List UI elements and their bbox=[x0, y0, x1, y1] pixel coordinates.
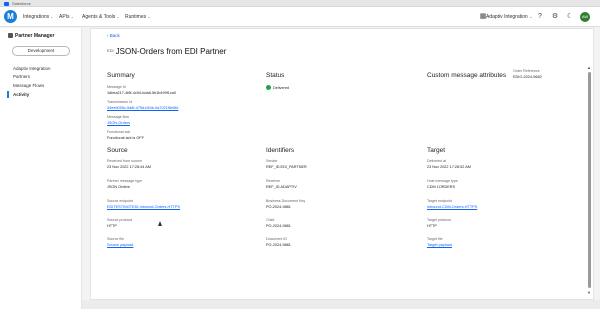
receiver-value: REF_ID.ADAPTIV bbox=[266, 185, 297, 189]
status-heading: Status bbox=[266, 72, 285, 79]
page-title-text: JSON-Orders from EDI Partner bbox=[115, 47, 227, 56]
active-indicator bbox=[7, 91, 9, 98]
target-protocol-label: Target protocol bbox=[427, 218, 451, 222]
status-badge: Delivered bbox=[266, 85, 289, 91]
summary-heading: Summary bbox=[107, 72, 135, 79]
functional-ack-value: Functional ack is OFF bbox=[107, 136, 144, 140]
favicon-icon bbox=[4, 1, 9, 6]
browser-tab-bar: Salesforce bbox=[0, 0, 600, 7]
nav-runtimes[interactable]: Runtimes⌄ bbox=[125, 13, 150, 21]
user-avatar[interactable]: AW bbox=[580, 12, 590, 22]
page-title: EDI JSON-Orders from EDI Partner bbox=[107, 45, 226, 57]
notifications-icon[interactable]: ☾ bbox=[565, 12, 575, 22]
message-flow-link[interactable]: JSON-Orders bbox=[107, 121, 130, 126]
message-flow-label: Message flow bbox=[107, 115, 129, 119]
status-value: Delivered bbox=[273, 86, 290, 90]
back-link-text: Back bbox=[109, 33, 120, 38]
nav-apis-label: APIs bbox=[59, 14, 70, 20]
received-label: Received from source bbox=[107, 159, 142, 163]
source-payload-link[interactable]: Source payload bbox=[107, 243, 133, 248]
nav-integrations-label: Integrations bbox=[23, 14, 50, 20]
chevron-down-icon: ⌄ bbox=[147, 14, 151, 19]
sidebar-item-adaptiv-integration[interactable]: Adaptiv Integration bbox=[13, 65, 51, 72]
details-card: ‹ Back EDI JSON-Orders from EDI Partner S… bbox=[90, 28, 594, 300]
help-icon[interactable]: ? bbox=[535, 12, 545, 22]
sidebar: Partner Manager Development Adaptiv Inte… bbox=[0, 28, 82, 309]
org-switcher[interactable]: Adaptiv Integration ⌄ bbox=[486, 13, 532, 21]
edi-icon: EDI bbox=[107, 48, 114, 53]
received-value: 23 Nov 2022 17:28:44 AM bbox=[107, 165, 151, 169]
chevron-down-icon: ⌄ bbox=[70, 14, 74, 19]
chevron-down-icon: ⌄ bbox=[116, 14, 120, 19]
custom-attributes-heading: Custom message attributes bbox=[427, 72, 507, 79]
mouse-cursor-icon bbox=[158, 221, 162, 226]
partner-type-label: Partner message type bbox=[107, 179, 143, 183]
nav-integrations[interactable]: Integrations⌄ bbox=[23, 13, 54, 21]
host-type-label: Host message type bbox=[427, 179, 458, 183]
transmission-id-link[interactable]: 34eeb055c-5d8f-475d-b54b-0a7021f5e5fd bbox=[107, 106, 178, 111]
top-navigation: M Integrations⌄ APIs⌄ Agents & Tools⌄ Ru… bbox=[0, 7, 600, 27]
sidebar-item-activity[interactable]: Activity bbox=[13, 91, 29, 98]
chk-label: Chk# bbox=[266, 218, 275, 222]
scrollbar-thumb[interactable] bbox=[587, 72, 591, 288]
message-id-value: 1dbea217-4f6f-4c94-bda8-5b1b499f1ca0 bbox=[107, 91, 177, 95]
business-document-key-value: PO-2024-9881 bbox=[266, 205, 291, 209]
main-content: ‹ Back EDI JSON-Orders from EDI Partner S… bbox=[82, 28, 600, 309]
scroll-down-icon[interactable]: ▼ bbox=[586, 290, 592, 295]
footer-bar bbox=[82, 300, 600, 309]
check-circle-icon bbox=[266, 85, 271, 90]
receiver-label: Receiver bbox=[266, 179, 281, 183]
functional-ack-label: Functional ack bbox=[107, 130, 131, 134]
partner-type-value: JSON Orders bbox=[107, 185, 130, 189]
source-file-label: Source file bbox=[107, 237, 124, 241]
document-id-label: Document ID bbox=[266, 237, 287, 241]
app-logo-icon[interactable]: M bbox=[4, 10, 17, 23]
target-protocol-value: HTTP bbox=[427, 224, 437, 228]
target-payload-link[interactable]: Target payload bbox=[427, 243, 452, 248]
nav-agents-tools-label: Agents & Tools bbox=[82, 14, 116, 20]
sender-label: Sender bbox=[266, 159, 278, 163]
source-heading: Source bbox=[107, 147, 128, 154]
target-heading: Target bbox=[427, 147, 446, 154]
nav-apis[interactable]: APIs⌄ bbox=[59, 13, 74, 21]
order-reference-value: EDIO-2024-9682 bbox=[513, 75, 542, 79]
sidebar-item-partners[interactable]: Partners bbox=[13, 73, 30, 80]
chk-value: PO-2024-9881 bbox=[266, 224, 291, 228]
nav-agents-tools[interactable]: Agents & Tools⌄ bbox=[82, 13, 120, 21]
identifiers-heading: Identifiers bbox=[266, 147, 295, 154]
document-id-value: PO-2024-9881 bbox=[266, 243, 291, 247]
scroll-up-icon[interactable]: ▲ bbox=[586, 65, 592, 70]
business-document-key-label: Business Document Key bbox=[266, 199, 306, 203]
target-endpoint-label: Target endpoint bbox=[427, 199, 452, 203]
sidebar-title: Partner Manager bbox=[8, 32, 54, 40]
target-endpoint-link[interactable]: Inbound-CDM-Orders-HTTPS bbox=[427, 205, 477, 210]
sender-value: REF_ID.EDI_PARTNER bbox=[266, 165, 307, 169]
nav-runtimes-label: Runtimes bbox=[125, 14, 147, 20]
source-protocol-value: HTTP bbox=[107, 224, 117, 228]
source-endpoint-link[interactable]: EDITESTINGTEDI-Inbound-Orders-HTTPS bbox=[107, 205, 180, 210]
delivered-value: 23 Nov 2022 17:28:52 AM bbox=[427, 165, 471, 169]
settings-gear-icon[interactable]: ⚙ bbox=[550, 12, 560, 22]
target-file-label: Target file bbox=[427, 237, 443, 241]
chevron-down-icon: ⌄ bbox=[529, 14, 533, 19]
browser-tab-title[interactable]: Salesforce bbox=[12, 0, 31, 7]
message-id-label: Message Id bbox=[107, 85, 126, 89]
source-protocol-label: Source protocol bbox=[107, 218, 133, 222]
org-switcher-label: Adaptiv Integration bbox=[486, 14, 528, 20]
delivered-label: Delivered at bbox=[427, 159, 447, 163]
order-reference-label: Order Reference bbox=[513, 69, 540, 73]
environment-button[interactable]: Development bbox=[12, 46, 70, 56]
chevron-down-icon: ⌄ bbox=[50, 14, 54, 19]
host-type-value: CDM 1ORDERS bbox=[427, 185, 456, 189]
sidebar-title-text: Partner Manager bbox=[15, 33, 55, 39]
sidebar-item-message-flows[interactable]: Message Flows bbox=[13, 82, 44, 89]
vertical-scrollbar[interactable]: ▲ ▼ bbox=[586, 65, 592, 295]
source-endpoint-label: Source endpoint bbox=[107, 199, 134, 203]
back-link[interactable]: ‹ Back bbox=[107, 32, 120, 39]
partner-manager-icon bbox=[8, 32, 13, 38]
transmission-id-label: Transmission Id bbox=[107, 100, 133, 104]
